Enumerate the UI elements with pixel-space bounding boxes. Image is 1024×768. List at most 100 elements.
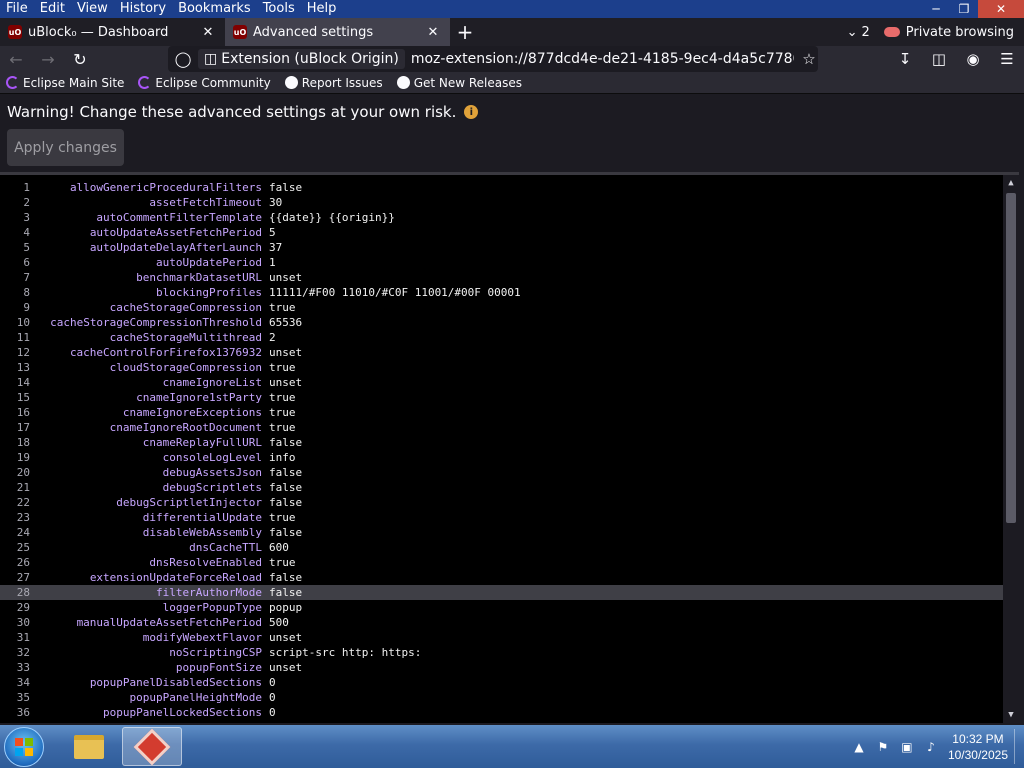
setting-row[interactable]: 36 popupPanelLockedSections 0 [0, 705, 1003, 720]
settings-editor[interactable]: 1 allowGenericProceduralFilters false 2 asse… [0, 175, 1019, 723]
show-desktop-button[interactable] [1014, 729, 1024, 764]
setting-value[interactable]: 0 [269, 675, 276, 690]
setting-row[interactable]: 5 autoUpdateDelayAfterLaunch 37 [0, 240, 1003, 255]
setting-row[interactable]: 4 autoUpdateAssetFetchPeriod 5 [0, 225, 1003, 240]
url-text[interactable]: moz-extension://877dcd4e-de21-4185-9ec4-… [411, 51, 794, 67]
setting-value[interactable]: 65536 [269, 315, 302, 330]
back-button[interactable]: ← [0, 46, 32, 72]
setting-value[interactable]: false [269, 525, 302, 540]
setting-row[interactable]: 16 cnameIgnoreExceptions true [0, 405, 1003, 420]
tray-expand-icon[interactable]: ▲ [852, 740, 866, 754]
setting-row[interactable]: 12 cacheControlForFirefox1376932 unset [0, 345, 1003, 360]
setting-row[interactable]: 13 cloudStorageCompression true [0, 360, 1003, 375]
menu-view[interactable]: View [71, 0, 114, 18]
scroll-down-icon[interactable]: ▼ [1006, 710, 1016, 720]
setting-row[interactable]: 21 debugScriptlets false [0, 480, 1003, 495]
setting-row[interactable]: 23 differentialUpdate true [0, 510, 1003, 525]
setting-value[interactable]: false [269, 585, 302, 600]
menu-tools[interactable]: Tools [257, 0, 301, 18]
setting-row[interactable]: 17 cnameIgnoreRootDocument true [0, 420, 1003, 435]
setting-value[interactable]: true [269, 300, 296, 315]
bookmark-eclipse-community[interactable]: Eclipse Community [138, 76, 271, 90]
setting-value[interactable]: 2 [269, 330, 276, 345]
extension-identity-box[interactable]: ◫ Extension (uBlock Origin) [198, 49, 405, 69]
setting-value[interactable]: unset [269, 270, 302, 285]
menu-edit[interactable]: Edit [34, 0, 71, 18]
reload-button[interactable]: ↻ [64, 46, 96, 72]
setting-row[interactable]: 18 cnameReplayFullURL false [0, 435, 1003, 450]
setting-value[interactable]: 0 [269, 705, 276, 720]
setting-row[interactable]: 9 cacheStorageCompression true [0, 300, 1003, 315]
scroll-up-icon[interactable]: ▲ [1006, 178, 1016, 188]
setting-row[interactable]: 19 consoleLogLevel info [0, 450, 1003, 465]
setting-value[interactable]: 500 [269, 615, 289, 630]
setting-value[interactable]: false [269, 480, 302, 495]
setting-value[interactable]: true [269, 405, 296, 420]
setting-value[interactable]: unset [269, 345, 302, 360]
setting-value[interactable]: 30 [269, 195, 282, 210]
info-icon[interactable]: i [464, 105, 479, 119]
menu-file[interactable]: File [0, 0, 34, 18]
close-tab-icon[interactable]: ✕ [424, 25, 442, 40]
shield-icon[interactable]: ◯ [174, 50, 192, 68]
setting-row[interactable]: 8 blockingProfiles 11111/#F00 11010/#C0F 1… [0, 285, 1003, 300]
setting-value[interactable]: true [269, 360, 296, 375]
setting-value[interactable]: unset [269, 630, 302, 645]
setting-row[interactable]: 24 disableWebAssembly false [0, 525, 1003, 540]
close-window-button[interactable]: ✕ [978, 0, 1024, 18]
setting-value[interactable]: script-src http: https: [269, 645, 421, 660]
setting-value[interactable]: info [269, 450, 296, 465]
apply-changes-button[interactable]: Apply changes [7, 129, 124, 166]
scroll-thumb[interactable] [1006, 193, 1016, 523]
setting-value[interactable]: true [269, 390, 296, 405]
start-button[interactable] [4, 727, 44, 767]
minimize-button[interactable]: ─ [922, 0, 950, 18]
action-center-icon[interactable]: ⚑ [876, 740, 890, 754]
setting-value[interactable]: true [269, 555, 296, 570]
taskbar-browser[interactable] [122, 727, 182, 766]
forward-button[interactable]: → [32, 46, 64, 72]
menu-history[interactable]: History [114, 0, 172, 18]
setting-row[interactable]: 31 modifyWebextFlavor unset [0, 630, 1003, 645]
setting-row[interactable]: 32 noScriptingCSP script-src http: https: [0, 645, 1003, 660]
setting-value[interactable]: false [269, 435, 302, 450]
volume-muted-icon[interactable]: ♪ [924, 740, 938, 754]
setting-value[interactable]: false [269, 495, 302, 510]
download-icon[interactable]: ↧ [896, 50, 914, 68]
setting-row[interactable]: 34 popupPanelDisabledSections 0 [0, 675, 1003, 690]
setting-row[interactable]: 11 cacheStorageMultithread 2 [0, 330, 1003, 345]
list-all-tabs-button[interactable]: ⌄ 2 [847, 25, 870, 40]
bookmark-eclipse-main-site[interactable]: Eclipse Main Site [6, 76, 124, 90]
tab-advanced-settings[interactable]: uO Advanced settings ✕ [225, 18, 450, 46]
setting-row[interactable]: 10 cacheStorageCompressionThreshold 65536 [0, 315, 1003, 330]
setting-row[interactable]: 27 extensionUpdateForceReload false [0, 570, 1003, 585]
menu-bookmarks[interactable]: Bookmarks [172, 0, 257, 18]
tab-dashboard[interactable]: uO uBlock₀ — Dashboard ✕ [0, 18, 225, 46]
setting-value[interactable]: true [269, 510, 296, 525]
setting-row[interactable]: 29 loggerPopupType popup [0, 600, 1003, 615]
clock[interactable]: 10:32 PM 10/30/2025 [948, 731, 1008, 763]
new-tab-button[interactable]: + [450, 18, 480, 46]
editor-scrollbar[interactable]: ▲ ▼ [1003, 175, 1019, 723]
restore-button[interactable]: ❐ [950, 0, 978, 18]
close-tab-icon[interactable]: ✕ [199, 25, 217, 40]
setting-row[interactable]: 1 allowGenericProceduralFilters false [0, 180, 1003, 195]
menu-help[interactable]: Help [301, 0, 343, 18]
setting-value[interactable]: 600 [269, 540, 289, 555]
setting-row[interactable]: 20 debugAssetsJson false [0, 465, 1003, 480]
setting-value[interactable]: false [269, 570, 302, 585]
setting-row[interactable]: 30 manualUpdateAssetFetchPeriod 500 [0, 615, 1003, 630]
network-icon[interactable]: ▣ [900, 740, 914, 754]
setting-value[interactable]: popup [269, 600, 302, 615]
setting-value[interactable]: 1 [269, 255, 276, 270]
bookmark-report-issues[interactable]: Report Issues [284, 76, 383, 90]
setting-row[interactable]: 3 autoCommentFilterTemplate {{date}} {{ori… [0, 210, 1003, 225]
extensions-icon[interactable]: ◫ [930, 50, 948, 68]
setting-row[interactable]: 7 benchmarkDatasetURL unset [0, 270, 1003, 285]
setting-row[interactable]: 2 assetFetchTimeout 30 [0, 195, 1003, 210]
menu-icon[interactable]: ☰ [998, 50, 1016, 68]
setting-row[interactable]: 6 autoUpdatePeriod 1 [0, 255, 1003, 270]
setting-row[interactable]: 25 dnsCacheTTL 600 [0, 540, 1003, 555]
setting-value[interactable]: 11111/#F00 11010/#C0F 11001/#00F 00001 [269, 285, 521, 300]
setting-value[interactable]: 0 [269, 690, 276, 705]
